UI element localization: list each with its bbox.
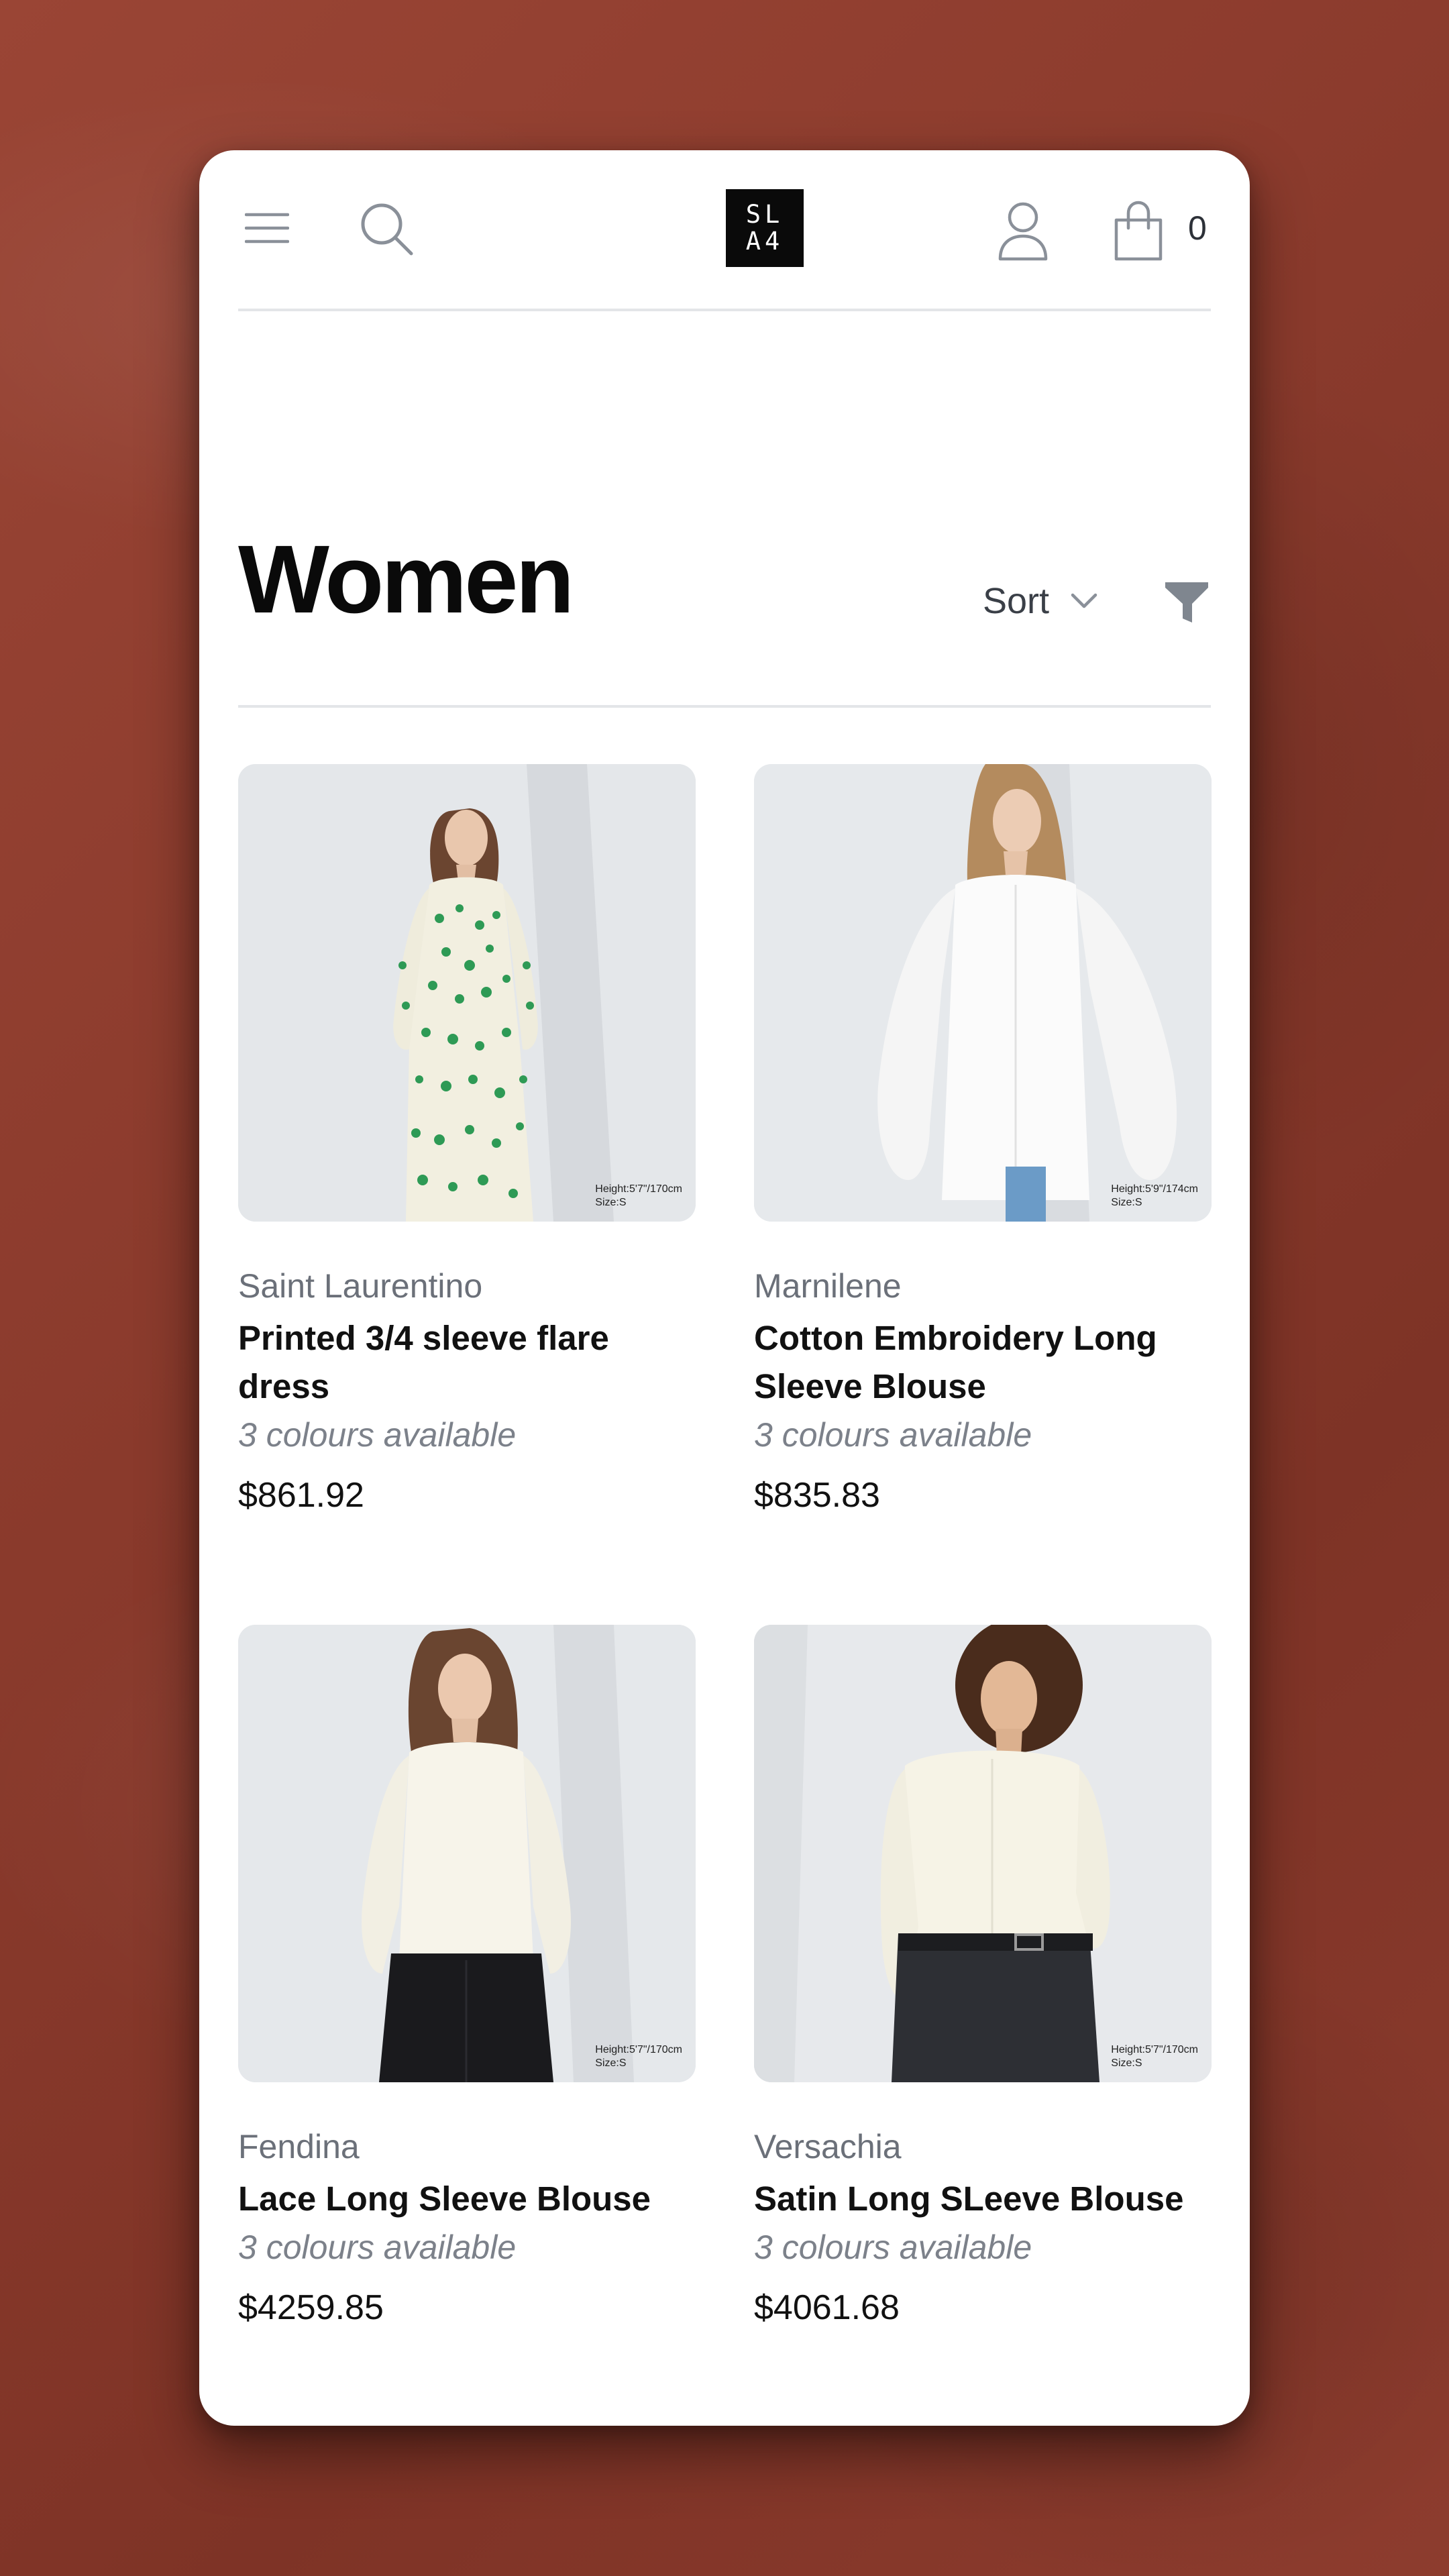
chevron-down-icon xyxy=(1071,593,1097,608)
product-colours: 3 colours available xyxy=(754,2229,1032,2266)
top-navigation-bar: SL A4 0 xyxy=(238,150,1211,311)
model-height-text: Height:5'9"/174cm xyxy=(1111,1183,1198,1195)
model-size-text: Size:S xyxy=(595,1197,627,1208)
product-brand: Saint Laurentino xyxy=(238,1267,483,1305)
product-colours: 3 colours available xyxy=(754,1416,1032,1454)
product-price: $4061.68 xyxy=(754,2288,900,2327)
search-icon[interactable] xyxy=(359,201,414,256)
product-name[interactable]: Satin Long SLeeve Blouse xyxy=(754,2175,1212,2223)
product-image[interactable]: Height:5'7"/170cm Size:S xyxy=(238,764,696,1222)
model-size-text: Size:S xyxy=(1111,1197,1142,1208)
product-card[interactable]: Height:5'7"/170cm Size:S Saint Laurentin… xyxy=(238,764,696,1515)
product-brand: Marnilene xyxy=(754,1267,902,1305)
model-size-note: Height:5'7"/170cm Size:S xyxy=(595,1183,682,1210)
model-photo xyxy=(238,1625,696,2082)
product-card[interactable]: Height:5'7"/170cm Size:S Versachia Satin… xyxy=(754,1625,1212,2328)
product-card[interactable]: Height:5'7"/170cm Size:S Fendina Lace Lo… xyxy=(238,1625,696,2328)
model-size-text: Size:S xyxy=(595,2057,627,2069)
cart-count-badge[interactable]: 0 xyxy=(1188,208,1207,248)
sort-label: Sort xyxy=(983,581,1050,621)
filter-icon[interactable] xyxy=(1164,580,1210,625)
product-listing-card: SL A4 0 Women Sort Height:5'7"/170cm Siz… xyxy=(199,150,1250,2426)
sort-dropdown[interactable]: Sort xyxy=(983,578,1097,625)
product-price: $835.83 xyxy=(754,1476,880,1515)
product-image[interactable]: Height:5'7"/170cm Size:S xyxy=(754,1625,1212,2082)
shopping-bag-icon[interactable] xyxy=(1112,200,1165,262)
product-price: $861.92 xyxy=(238,1476,364,1515)
model-height-text: Height:5'7"/170cm xyxy=(595,1183,682,1195)
model-size-note: Height:5'9"/174cm Size:S xyxy=(1111,1183,1198,1210)
product-colours: 3 colours available xyxy=(238,2229,517,2266)
product-price: $4259.85 xyxy=(238,2288,384,2327)
product-name[interactable]: Printed 3/4 sleeve flare dress xyxy=(238,1314,696,1411)
product-name[interactable]: Lace Long Sleeve Blouse xyxy=(238,2175,696,2223)
brand-logo[interactable]: SL A4 xyxy=(726,189,804,267)
model-size-note: Height:5'7"/170cm Size:S xyxy=(1111,2043,1198,2070)
model-height-text: Height:5'7"/170cm xyxy=(595,2044,682,2055)
page-title: Women xyxy=(238,525,574,633)
logo-text: SL A4 xyxy=(745,200,784,256)
product-image[interactable]: Height:5'7"/170cm Size:S xyxy=(238,1625,696,2082)
product-colours: 3 colours available xyxy=(238,1416,517,1454)
product-brand: Fendina xyxy=(238,2128,360,2165)
user-icon[interactable] xyxy=(996,200,1050,262)
model-size-note: Height:5'7"/170cm Size:S xyxy=(595,2043,682,2070)
product-brand: Versachia xyxy=(754,2128,902,2165)
product-name[interactable]: Cotton Embroidery Long Sleeve Blouse xyxy=(754,1314,1212,1411)
model-photo xyxy=(754,764,1212,1222)
model-photo xyxy=(754,1625,1212,2082)
product-card[interactable]: Height:5'9"/174cm Size:S Marnilene Cotto… xyxy=(754,764,1212,1515)
model-size-text: Size:S xyxy=(1111,2057,1142,2069)
listing-header: Women Sort xyxy=(238,526,1211,708)
menu-icon[interactable] xyxy=(245,211,289,246)
model-photo xyxy=(238,764,696,1222)
product-image[interactable]: Height:5'9"/174cm Size:S xyxy=(754,764,1212,1222)
model-height-text: Height:5'7"/170cm xyxy=(1111,2044,1198,2055)
